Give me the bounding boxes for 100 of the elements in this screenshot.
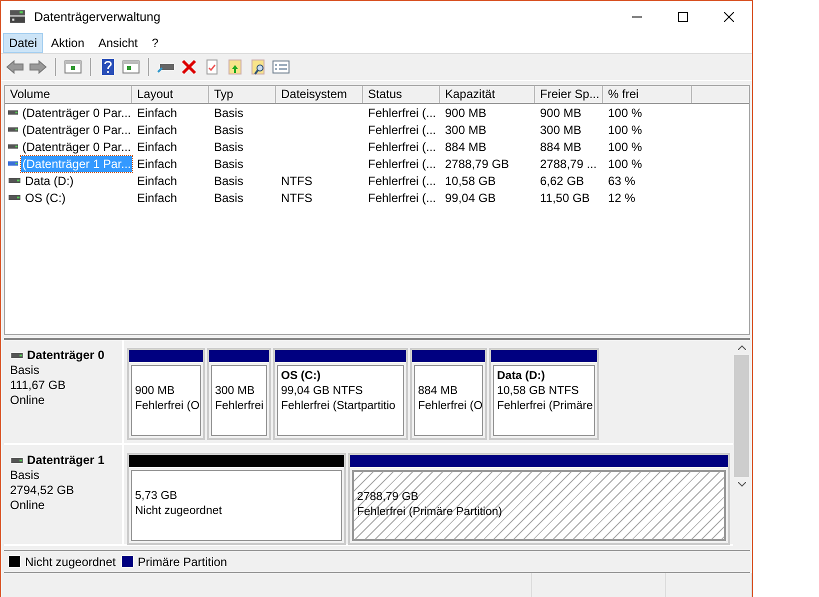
panel-icon[interactable]: [122, 59, 140, 75]
table-cell: NTFS: [281, 190, 312, 204]
back-arrow-icon[interactable]: [6, 59, 24, 75]
partition-block[interactable]: OS (C:) 99,04 GB NTFS Fehlerfrei (Startpartitio: [273, 348, 408, 440]
menu-item[interactable]: Aktion: [45, 32, 90, 52]
menu-item[interactable]: ?: [146, 32, 164, 52]
partition-size: 2788,79 GB: [357, 490, 420, 505]
partition-size: 5,73 GB: [135, 489, 178, 504]
table-cell: Basis: [214, 106, 244, 120]
panel-icon[interactable]: [64, 59, 82, 75]
partition-status: Fehlerfrei (Startpartitio: [281, 399, 396, 414]
partition-status: Fehlerfrei (O: [418, 399, 482, 414]
disk-drive-icon: [9, 9, 26, 24]
table-cell: 2788,79 ...: [540, 156, 597, 170]
drive-icon: [8, 127, 18, 132]
partition-block[interactable]: 884 MB Fehlerfrei (O: [410, 348, 487, 440]
partition-status: Fehlerfrei (O: [135, 399, 200, 414]
table-cell[interactable]: (Datenträger 0 Par...: [21, 104, 132, 120]
disk-type: Basis: [10, 363, 40, 378]
close-icon[interactable]: [724, 12, 734, 22]
partition-status: Fehlerfrei: [215, 399, 265, 414]
table-cell[interactable]: (Datenträger 0 Par...: [21, 122, 132, 138]
table-cell: 300 MB: [540, 122, 582, 136]
table-cell: Fehlerfrei (...: [368, 106, 436, 120]
partition-block[interactable]: 2788,79 GB Fehlerfrei (Primäre Partition): [348, 453, 730, 545]
table-cell[interactable]: OS (C:): [24, 190, 67, 206]
table-cell: 884 MB: [540, 140, 582, 154]
legend-label: Primäre Partition: [138, 554, 228, 568]
disk-name: Datenträger 1: [27, 453, 104, 468]
drive-icon: [8, 178, 21, 183]
scroll-up-icon[interactable]: [738, 345, 746, 350]
table-cell: Fehlerfrei (...: [368, 190, 436, 204]
table-cell: 12 %: [608, 190, 636, 204]
table-cell: 300 MB: [445, 122, 486, 136]
partition-block[interactable]: 300 MB Fehlerfrei: [207, 348, 271, 440]
table-cell: Fehlerfrei (...: [368, 140, 436, 154]
table-cell: 884 MB: [445, 140, 486, 154]
partition-size: 884 MB: [418, 384, 459, 399]
table-cell: 100 %: [608, 140, 642, 154]
help-icon[interactable]: [99, 59, 117, 75]
disk-info-panel[interactable]: Datenträger 0 Basis 111,67 GB Online: [4, 340, 124, 443]
table-cell: Fehlerfrei (...: [368, 156, 436, 170]
striped-drive-icon: [8, 161, 18, 166]
legend-label: Nicht zugeordnet: [25, 554, 116, 568]
partition-size: 300 MB: [215, 384, 256, 399]
table-cell: 100 %: [608, 156, 642, 170]
column-header[interactable]: Volume: [5, 86, 132, 103]
partition-status: Fehlerfrei (Primäre: [497, 399, 594, 414]
disk-name: Datenträger 0: [27, 348, 104, 363]
column-header[interactable]: Status: [363, 86, 440, 103]
disk-size: 111,67 GB: [10, 378, 67, 393]
disk-info-panel[interactable]: Datenträger 1 Basis 2794,52 GB Online: [4, 445, 124, 544]
column-header[interactable]: Kapazität: [440, 86, 535, 103]
partition-name: OS (C:): [281, 369, 322, 384]
delete-icon[interactable]: [180, 59, 198, 75]
drive-icon: [10, 458, 24, 463]
table-cell: 10,58 GB: [445, 174, 496, 188]
partition-block[interactable]: Data (D:) 10,58 GB NTFS Fehlerfrei (Primäre: [489, 348, 599, 440]
disk-type: Basis: [10, 468, 40, 483]
table-cell: Einfach: [137, 140, 178, 154]
table-cell: 2788,79 GB: [445, 156, 510, 170]
table-cell[interactable]: Data (D:): [24, 172, 75, 188]
table-cell: Fehlerfrei (...: [368, 122, 436, 136]
partition-block[interactable]: 900 MB Fehlerfrei (O: [127, 348, 205, 440]
disk-state: Online: [10, 393, 46, 408]
search-icon[interactable]: [249, 59, 267, 75]
forward-arrow-icon[interactable]: [29, 59, 47, 75]
menu-item[interactable]: Datei: [3, 32, 44, 52]
table-cell: Basis: [214, 156, 244, 170]
table-cell: Basis: [214, 190, 244, 204]
checklist-icon[interactable]: [272, 59, 290, 75]
drive-icon: [10, 353, 24, 358]
table-cell: 63 %: [608, 174, 636, 188]
column-header[interactable]: % frei: [603, 86, 692, 103]
disk-state: Online: [10, 498, 46, 513]
partition-name: Data (D:): [497, 369, 546, 384]
table-cell: Einfach: [137, 156, 178, 170]
column-header[interactable]: Freier Sp...: [535, 86, 603, 103]
menu-item[interactable]: Ansicht: [92, 32, 144, 52]
partition-status: Fehlerfrei (Primäre Partition): [357, 505, 504, 520]
table-cell: Fehlerfrei (...: [368, 174, 436, 188]
partition-size: 10,58 GB NTFS: [497, 384, 580, 399]
column-header[interactable]: Layout: [132, 86, 209, 103]
scroll-down-icon[interactable]: [738, 482, 746, 487]
table-cell: 900 MB: [540, 106, 582, 120]
table-cell: 6,62 GB: [540, 174, 584, 188]
maximize-icon[interactable]: [678, 12, 688, 22]
table-cell: 100 %: [608, 122, 642, 136]
partition-size: 900 MB: [135, 384, 176, 399]
table-cell: NTFS: [281, 174, 312, 188]
window-title: Datenträgerverwaltung: [34, 10, 162, 24]
column-header[interactable]: Dateisystem: [276, 86, 363, 103]
column-header[interactable]: Typ: [209, 86, 276, 103]
table-cell: 900 MB: [445, 106, 486, 120]
table-cell[interactable]: (Datenträger 0 Par...: [21, 138, 132, 154]
table-cell: Einfach: [137, 122, 178, 136]
partition-block[interactable]: 5,73 GB Nicht zugeordnet: [127, 453, 346, 545]
disk-size: 2794,52 GB: [10, 483, 76, 498]
table-cell: Einfach: [137, 174, 178, 188]
table-cell: Basis: [214, 122, 244, 136]
